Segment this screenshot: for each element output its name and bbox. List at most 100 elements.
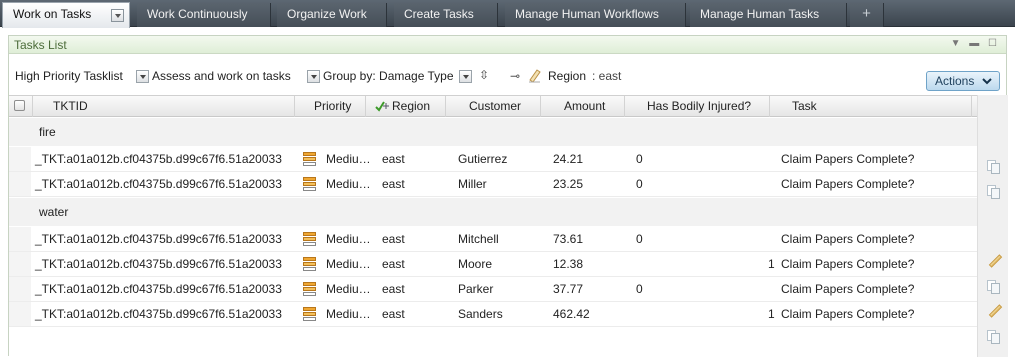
table-row[interactable]: _TKT:a01a012b.cf04375b.d99c67f6.51a20033… xyxy=(9,172,977,197)
filter-link-icon[interactable]: ⊸ xyxy=(510,69,520,83)
tab-manage-human-workflows[interactable]: Manage Human Workflows xyxy=(505,3,686,27)
copy-icon[interactable] xyxy=(986,158,1002,174)
cell-region: east xyxy=(382,177,405,191)
pencil-icon[interactable] xyxy=(986,253,1003,269)
priority-icon xyxy=(303,257,316,271)
cell-customer: Gutierrez xyxy=(458,152,508,166)
row-selector[interactable] xyxy=(9,302,31,326)
tab-dropdown-icon[interactable] xyxy=(111,9,124,22)
row-selector[interactable] xyxy=(9,172,31,196)
chevron-down-icon xyxy=(982,73,992,91)
cell-priority: Mediu… xyxy=(326,177,371,191)
cell-priority: Mediu… xyxy=(326,257,371,271)
top-tab-bar: Work on Tasks Work Continuously Organize… xyxy=(0,0,1015,28)
row-selector[interactable] xyxy=(9,252,31,276)
view-selector[interactable]: Assess and work on tasks xyxy=(152,69,291,83)
tab-work-on-tasks[interactable]: Work on Tasks xyxy=(2,2,130,28)
tab-manage-human-tasks[interactable]: Manage Human Tasks xyxy=(690,3,847,27)
cell-bodily-injured: 0 xyxy=(636,152,643,166)
cell-bodily-injured: 0 xyxy=(636,232,643,246)
panel-window-controls[interactable]: ▼ ▬ ☐ xyxy=(951,38,1000,49)
copy-icon[interactable] xyxy=(986,328,1002,344)
group-header-water[interactable]: water xyxy=(9,198,977,226)
pencil-icon[interactable] xyxy=(986,303,1003,319)
cell-amount: 73.61 xyxy=(553,232,584,246)
copy-icon[interactable] xyxy=(986,183,1002,199)
cell-amount: 37.77 xyxy=(553,282,584,296)
actions-button[interactable]: Actions xyxy=(926,71,1000,91)
cell-task[interactable]: Claim Papers Complete? xyxy=(781,307,914,321)
panel-header: Tasks List ▼ ▬ ☐ xyxy=(9,36,1006,54)
cell-task[interactable]: Claim Papers Complete? xyxy=(781,257,914,271)
column-header-amount[interactable]: Amount xyxy=(541,96,625,117)
panel-title: Tasks List xyxy=(14,38,67,52)
tab-label: Organize Work xyxy=(287,7,367,21)
tab-label: Manage Human Workflows xyxy=(515,7,659,21)
group-by-selector[interactable]: Group by: Damage Type xyxy=(323,69,454,83)
cell-amount: 462.42 xyxy=(553,307,590,321)
priority-icon xyxy=(303,177,316,191)
column-header-region-label: Region xyxy=(392,99,431,113)
tasklist-selector[interactable]: High Priority Tasklist xyxy=(15,69,123,83)
tab-label: Work Continuously xyxy=(147,7,248,21)
table-row[interactable]: _TKT:a01a012b.cf04375b.d99c67f6.51a20033… xyxy=(9,302,977,327)
cell-customer: Moore xyxy=(458,257,493,271)
cell-bodily-injured-right: 1 xyxy=(768,307,775,321)
table-row[interactable]: _TKT:a01a012b.cf04375b.d99c67f6.51a20033… xyxy=(9,147,977,172)
cell-tktid: _TKT:a01a012b.cf04375b.d99c67f6.51a20033 xyxy=(35,177,282,191)
row-actions-column xyxy=(977,95,1008,357)
cell-customer: Sanders xyxy=(458,307,503,321)
add-tab-icon[interactable]: + xyxy=(850,3,884,27)
cell-task[interactable]: Claim Papers Complete? xyxy=(781,282,914,296)
table-row[interactable]: _TKT:a01a012b.cf04375b.d99c67f6.51a20033… xyxy=(9,277,977,302)
cell-tktid: _TKT:a01a012b.cf04375b.d99c67f6.51a20033 xyxy=(35,232,282,246)
priority-icon xyxy=(303,282,316,296)
tab-label: Manage Human Tasks xyxy=(700,7,820,21)
cell-tktid: _TKT:a01a012b.cf04375b.d99c67f6.51a20033 xyxy=(35,282,282,296)
group-header-fire[interactable]: fire xyxy=(9,118,977,146)
cell-tktid: _TKT:a01a012b.cf04375b.d99c67f6.51a20033 xyxy=(35,152,282,166)
tab-work-continuously[interactable]: Work Continuously xyxy=(137,3,271,27)
cell-region: east xyxy=(382,282,405,296)
column-header-bodily-injured[interactable]: Has Bodily Injured? xyxy=(625,96,770,117)
group-by-dropdown-icon[interactable] xyxy=(459,70,472,83)
column-header-tktid[interactable]: TKTID xyxy=(33,96,295,117)
cell-bodily-injured-right: 1 xyxy=(768,257,775,271)
cell-priority: Mediu… xyxy=(326,232,371,246)
priority-icon xyxy=(303,152,316,166)
eraser-icon[interactable] xyxy=(528,68,541,83)
sort-icon[interactable]: ⇳ xyxy=(479,68,489,82)
column-header-task[interactable]: Task xyxy=(770,96,972,117)
column-header-region[interactable]: Region xyxy=(366,96,446,117)
table-row[interactable]: _TKT:a01a012b.cf04375b.d99c67f6.51a20033… xyxy=(9,227,977,252)
tasks-list-panel: Tasks List ▼ ▬ ☐ High Priority Tasklist … xyxy=(8,35,1008,357)
copy-icon[interactable] xyxy=(986,278,1002,294)
column-header-priority[interactable]: Priority xyxy=(295,96,366,117)
cell-tktid: _TKT:a01a012b.cf04375b.d99c67f6.51a20033 xyxy=(35,257,282,271)
tab-create-tasks[interactable]: Create Tasks xyxy=(394,3,498,27)
cell-region: east xyxy=(382,232,405,246)
tasklist-dropdown-icon[interactable] xyxy=(136,70,149,83)
grid-header: TKTID Priority Region Customer Amount Ha… xyxy=(9,95,977,117)
select-all-cell xyxy=(9,96,33,117)
cell-task[interactable]: Claim Papers Complete? xyxy=(781,177,914,191)
cell-bodily-injured: 0 xyxy=(636,282,643,296)
cell-task[interactable]: Claim Papers Complete? xyxy=(781,152,914,166)
cell-region: east xyxy=(382,257,405,271)
cell-task[interactable]: Claim Papers Complete? xyxy=(781,232,914,246)
cell-amount: 23.25 xyxy=(553,177,584,191)
row-selector[interactable] xyxy=(9,147,31,171)
column-header-customer[interactable]: Customer xyxy=(446,96,541,117)
cell-region: east xyxy=(382,152,405,166)
cell-customer: Miller xyxy=(458,177,487,191)
cell-priority: Mediu… xyxy=(326,307,371,321)
tab-organize-work[interactable]: Organize Work xyxy=(277,3,387,27)
row-selector[interactable] xyxy=(9,277,31,301)
priority-icon xyxy=(303,307,316,321)
select-all-checkbox[interactable] xyxy=(14,100,25,111)
cell-priority: Mediu… xyxy=(326,152,371,166)
table-row[interactable]: _TKT:a01a012b.cf04375b.d99c67f6.51a20033… xyxy=(9,252,977,277)
group-label: fire xyxy=(39,125,56,139)
view-dropdown-icon[interactable] xyxy=(307,70,320,83)
row-selector[interactable] xyxy=(9,227,31,251)
